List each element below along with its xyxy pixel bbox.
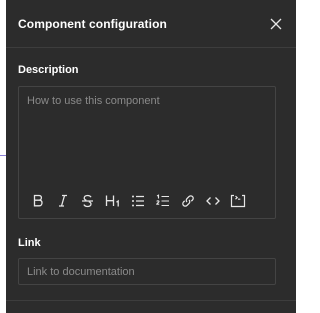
strikethrough-icon[interactable] [75, 190, 100, 212]
link-input[interactable] [18, 258, 276, 285]
description-editor[interactable]: How to use this component [18, 86, 276, 219]
component-configuration-dialog: Component configuration Description How … [6, 0, 296, 313]
numbered-list-icon[interactable] [150, 190, 175, 212]
dialog-title: Component configuration [18, 16, 167, 31]
formatting-toolbar [25, 190, 269, 212]
footer-divider [6, 300, 296, 301]
description-label: Description [18, 64, 79, 76]
dialog-header: Component configuration [6, 0, 296, 48]
close-icon[interactable] [268, 16, 284, 32]
bulleted-list-icon[interactable] [125, 190, 150, 212]
italic-icon[interactable] [50, 190, 75, 212]
link-label: Link [18, 237, 41, 249]
heading-1-icon[interactable] [100, 190, 125, 212]
link-icon[interactable] [175, 190, 200, 212]
code-block-icon[interactable] [225, 190, 250, 212]
code-icon[interactable] [200, 190, 225, 212]
bold-icon[interactable] [25, 190, 50, 212]
description-placeholder: How to use this component [27, 95, 160, 107]
